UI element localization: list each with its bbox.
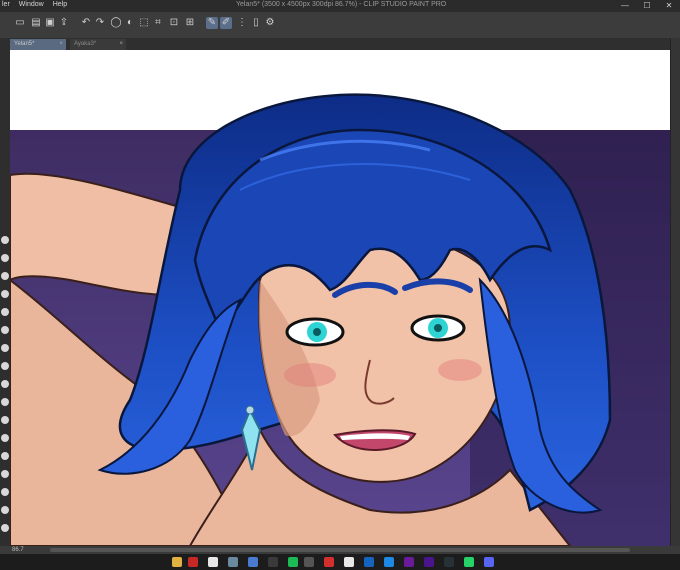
tab-label: Yelan5*	[14, 41, 35, 47]
app-white-icon[interactable]	[208, 557, 218, 567]
app-red-icon[interactable]	[188, 557, 198, 567]
tool-slot-17[interactable]	[1, 524, 9, 532]
tab-label: Ayaka3*	[74, 41, 97, 47]
title-bar: ler Window Help Yelan5* (3500 x 4500px 3…	[0, 0, 680, 12]
spotify-icon[interactable]	[288, 557, 298, 567]
maximize-button[interactable]: ☐	[636, 0, 658, 12]
app-dark2-icon[interactable]	[444, 557, 454, 567]
file-explorer-icon[interactable]	[172, 557, 182, 567]
minimize-button[interactable]: —	[614, 0, 636, 12]
discord-icon[interactable]	[484, 557, 494, 567]
tool-slot-3[interactable]	[1, 272, 9, 280]
app-icon[interactable]	[304, 557, 314, 567]
illustration	[10, 50, 670, 546]
zoom-level[interactable]: 86.7	[12, 546, 24, 554]
tab-ayaka3[interactable]: Ayaka3* ×	[70, 39, 126, 50]
window-title: Yelan5* (3500 x 4500px 300dpi 86.7%) - C…	[236, 1, 447, 8]
tool-slot-6[interactable]	[1, 326, 9, 334]
tool-slot-1[interactable]	[1, 236, 9, 244]
blush-left	[284, 363, 336, 387]
tool-slot-15[interactable]	[1, 488, 9, 496]
pupil-right	[434, 324, 442, 332]
horizontal-scrollbar[interactable]	[50, 548, 630, 552]
status-bar: 86.7	[10, 546, 670, 554]
deselect-icon[interactable]: ⊡	[168, 17, 180, 29]
snap-icon[interactable]: ✐	[220, 17, 232, 29]
tool-slot-8[interactable]	[1, 362, 9, 370]
fill-icon[interactable]: ◐	[124, 17, 136, 29]
device-icon[interactable]: ▯	[250, 17, 262, 29]
export-icon[interactable]: ⇪	[58, 17, 70, 29]
transform-icon[interactable]: ⬚	[138, 17, 150, 29]
window-controls: — ☐ ✕	[614, 0, 680, 12]
tool-slot-4[interactable]	[1, 290, 9, 298]
tool-slot-7[interactable]	[1, 344, 9, 352]
tool-slot-9[interactable]	[1, 380, 9, 388]
pupil-left	[313, 328, 321, 336]
tool-slot-10[interactable]	[1, 398, 9, 406]
app-red2-icon[interactable]	[324, 557, 334, 567]
menu-item-window[interactable]: Window	[19, 1, 44, 8]
photoshop-icon[interactable]	[364, 557, 374, 567]
menu-bar: ler Window Help	[0, 1, 67, 8]
crop-icon[interactable]: ⊞	[184, 17, 196, 29]
command-bar: ▭ ▤ ▣ ⇪ ↶ ↷ ◯ ◐ ⬚ ⌗ ⊡ ⊞ ✎ ✐ ⋮ ▯ ⚙	[0, 12, 680, 39]
save-icon[interactable]: ▣	[44, 17, 56, 29]
after-effects-icon[interactable]	[424, 557, 434, 567]
right-panel[interactable]	[670, 38, 680, 546]
close-icon[interactable]: ×	[59, 39, 63, 50]
blush-right	[438, 359, 482, 381]
premiere-icon[interactable]	[404, 557, 414, 567]
pen-icon[interactable]: ✎	[206, 17, 218, 29]
settings-icon[interactable]: ⚙	[264, 17, 276, 29]
tool-slot-5[interactable]	[1, 308, 9, 316]
ruler-icon[interactable]: ⋮	[236, 17, 248, 29]
menu-item-ruler[interactable]: ler	[2, 1, 10, 8]
redo-icon[interactable]: ↷	[94, 17, 106, 29]
app-white2-icon[interactable]	[344, 557, 354, 567]
whatsapp-icon[interactable]	[464, 557, 474, 567]
select-all-icon[interactable]: ⌗	[152, 17, 164, 29]
close-window-button[interactable]: ✕	[658, 0, 680, 12]
windows-taskbar	[0, 554, 680, 570]
app-blue-icon[interactable]	[248, 557, 258, 567]
app-grey-icon[interactable]	[228, 557, 238, 567]
undo-icon[interactable]: ↶	[80, 17, 92, 29]
open-icon[interactable]: ▤	[30, 17, 42, 29]
tool-slot-16[interactable]	[1, 506, 9, 514]
tool-slot-13[interactable]	[1, 452, 9, 460]
tool-slot-2[interactable]	[1, 254, 9, 262]
tool-slot-14[interactable]	[1, 470, 9, 478]
lightroom-icon[interactable]	[384, 557, 394, 567]
tab-yelan5[interactable]: Yelan5* ×	[10, 39, 66, 50]
new-file-icon[interactable]: ▭	[14, 17, 26, 29]
document-tabs: Yelan5* × Ayaka3* ×	[10, 38, 670, 50]
app-dark-icon[interactable]	[268, 557, 278, 567]
tool-slot-12[interactable]	[1, 434, 9, 442]
close-icon[interactable]: ×	[119, 39, 123, 50]
lasso-icon[interactable]: ◯	[110, 17, 122, 29]
menu-item-help[interactable]: Help	[53, 1, 67, 8]
tool-slot-11[interactable]	[1, 416, 9, 424]
earring-stud	[245, 405, 255, 415]
canvas[interactable]	[10, 50, 670, 546]
